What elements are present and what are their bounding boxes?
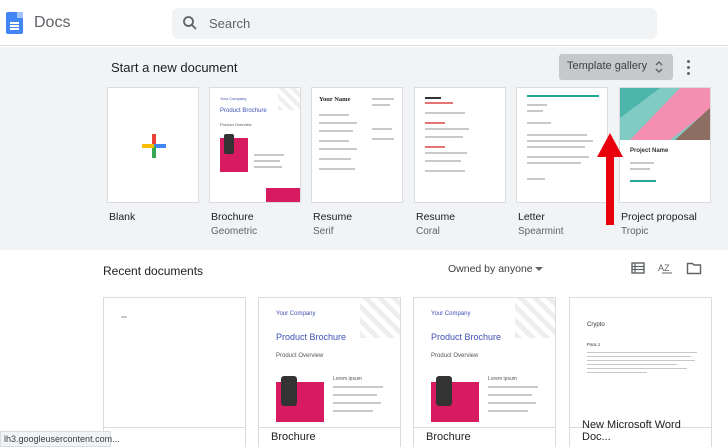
list-view-icon[interactable] [630, 260, 646, 276]
doc-company: Your Company [276, 311, 316, 317]
unfold-icon [655, 61, 663, 73]
recent-doc-card[interactable]: Your Company Product Brochure Product Ov… [258, 297, 401, 447]
red-arrow-annotation [597, 133, 623, 225]
template-resume-coral[interactable]: Resume Coral [414, 87, 506, 237]
template-subtitle: Geometric [211, 226, 258, 237]
doc-name: New Microsoft Word Doc... [582, 419, 681, 443]
doc-card-footer: Brochure [259, 427, 400, 447]
template-gallery-button[interactable]: Template gallery [559, 54, 673, 80]
phone-image [281, 376, 297, 406]
doc-name: Brochure [271, 431, 316, 443]
template-gallery-label: Template gallery [567, 60, 648, 72]
plus-icon [142, 134, 166, 158]
template-resume-coral-thumbnail [414, 87, 506, 203]
search-icon [183, 16, 197, 30]
template-project-proposal-thumbnail: Project Name [619, 87, 711, 203]
status-bar-url: lh3.googleusercontent.com... [0, 431, 120, 447]
template-subtitle: Spearmint [518, 226, 564, 237]
thumb-your-name: Your Name [319, 96, 351, 103]
search-input[interactable]: Search [172, 8, 657, 39]
thumb-project-name: Project Name [630, 148, 669, 154]
search-placeholder: Search [209, 16, 251, 31]
doc-lorem: Lorem ipsum [333, 376, 362, 382]
phone-image [436, 376, 452, 406]
folder-icon[interactable] [686, 260, 702, 276]
sort-az-icon[interactable]: AZ [658, 260, 674, 276]
template-name: Resume [416, 211, 456, 223]
geometric-pattern [515, 298, 555, 338]
tropic-graphic [620, 88, 710, 140]
doc-brochure-title: Product Brochure [276, 332, 347, 342]
doc-crypto-heading: Crypto [587, 322, 605, 328]
more-options-icon[interactable] [683, 57, 695, 77]
template-resume-serif[interactable]: Your Name Resume Serif [311, 87, 403, 237]
template-name: Brochure [211, 211, 254, 223]
doc-card-footer: Brochure [414, 427, 555, 447]
template-section: Start a new document Template gallery Bl… [0, 47, 728, 250]
recent-doc-card[interactable]: Crypto Para 1 New Microsoft Word Doc... [569, 297, 712, 447]
app-header: Docs Search [0, 0, 728, 46]
thumb-overview: Product Overview [220, 122, 252, 127]
doc-name: Brochure [426, 431, 471, 443]
geometric-pattern [360, 298, 400, 338]
app-title[interactable]: Docs [34, 14, 70, 32]
template-name: Project proposal [621, 211, 697, 223]
template-resume-serif-thumbnail: Your Name [311, 87, 403, 203]
template-subtitle: Tropic [621, 226, 649, 237]
doc-brochure-title: Product Brochure [431, 332, 502, 342]
pink-corner [266, 188, 300, 202]
docs-logo-icon[interactable] [6, 12, 23, 34]
recent-documents-title: Recent documents [103, 264, 204, 278]
doc-para-label: Para 1 [587, 342, 601, 347]
thumb-brochure-title: Product Brochure [220, 108, 267, 114]
template-brochure-thumbnail: Your Company Product Brochure Product Ov… [209, 87, 301, 203]
template-name: Letter [518, 211, 545, 223]
phone-image [224, 134, 234, 154]
template-letter[interactable]: Letter Spearmint [516, 87, 608, 237]
template-name: Blank [109, 211, 136, 223]
template-subtitle: Serif [313, 226, 334, 237]
doc-overview: Product Overview [431, 353, 479, 359]
doc-company: Your Company [431, 311, 471, 317]
doc-card-footer [104, 427, 245, 447]
geometric-pattern [278, 88, 300, 110]
doc-card-footer: New Microsoft Word Doc... [570, 419, 711, 447]
template-subtitle: Coral [416, 226, 440, 237]
svg-text:AZ: AZ [658, 263, 670, 273]
recent-doc-card[interactable]: Your Company Product Brochure Product Ov… [413, 297, 556, 447]
template-project-proposal[interactable]: Project Name Project proposal Tropic [619, 87, 711, 237]
dropdown-caret-icon[interactable] [535, 267, 543, 271]
doc-lorem: Lorem ipsum [488, 376, 517, 382]
template-blank-thumbnail [107, 87, 199, 203]
template-letter-thumbnail [516, 87, 608, 203]
template-brochure[interactable]: Your Company Product Brochure Product Ov… [209, 87, 301, 237]
doc-overview: Product Overview [276, 353, 324, 359]
spearmint-bar [527, 95, 599, 97]
thumb-company: Your Company [220, 96, 247, 101]
start-new-document-title: Start a new document [111, 60, 238, 75]
template-blank[interactable]: Blank [107, 87, 199, 226]
recent-doc-card[interactable] [103, 297, 246, 447]
template-name: Resume [313, 211, 353, 223]
owner-filter-dropdown[interactable]: Owned by anyone [448, 263, 533, 275]
